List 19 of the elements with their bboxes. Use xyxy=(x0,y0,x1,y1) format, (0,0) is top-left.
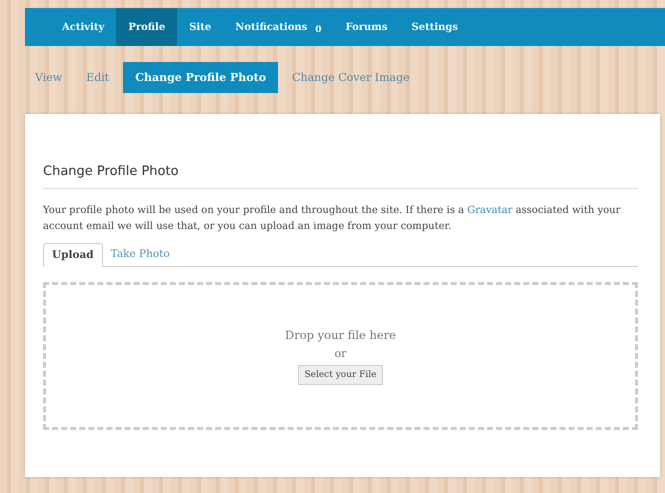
subnav-tab[interactable]: Change Profile Photo xyxy=(123,62,278,92)
select-file-button[interactable]: Select your File xyxy=(298,364,382,384)
subnav-tab[interactable]: Edit xyxy=(76,62,120,92)
section-title: Change Profile Photo xyxy=(43,164,638,189)
upload-tab[interactable]: Upload xyxy=(43,243,103,267)
nav-tab[interactable]: Notifications 0 xyxy=(223,8,334,46)
nav-tab[interactable]: Profile xyxy=(116,8,178,46)
nav-tab[interactable]: Activity xyxy=(50,8,116,46)
subnav-tab[interactable]: Change Cover Image xyxy=(282,62,420,92)
nav-tab[interactable]: Settings xyxy=(400,8,470,46)
or-text: or xyxy=(334,346,346,360)
drop-zone[interactable]: Drop your file here or Select your File xyxy=(43,282,638,430)
gravatar-link[interactable]: Gravatar xyxy=(467,205,512,216)
nav-tab[interactable]: Forums xyxy=(334,8,400,46)
nav-tab[interactable]: Site xyxy=(177,8,224,46)
intro-paragraph: Your profile photo will be used on your profile and throughout the site. If there is a Gravatar associated with your account email we will use that, or you can upload an image from your computer. xyxy=(43,204,622,234)
drop-message: Drop your file here xyxy=(285,328,396,342)
upload-tab[interactable]: Take Photo xyxy=(102,243,178,266)
subnav-tab[interactable]: View xyxy=(25,62,72,92)
